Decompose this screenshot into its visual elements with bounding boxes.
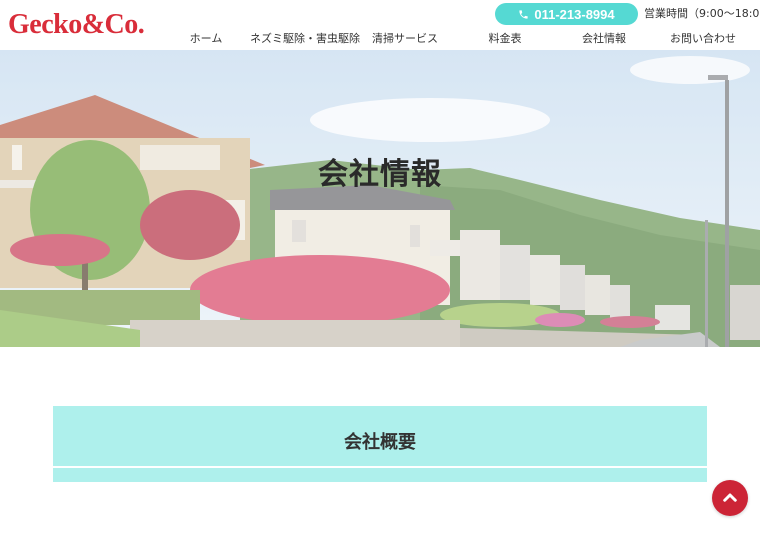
hero-overlay bbox=[0, 50, 760, 347]
nav-item-pest-control[interactable]: ネズミ駆除・害虫駆除 bbox=[250, 30, 360, 48]
hero-banner: 会社情報 bbox=[0, 50, 760, 347]
phone-icon bbox=[519, 9, 528, 19]
nav-item-pricing[interactable]: 料金表 bbox=[489, 30, 522, 48]
main-nav: ホーム ネズミ駆除・害虫駆除 清掃サービス 料金表 会社情報 お問い合わせ bbox=[0, 30, 760, 48]
back-to-top-button[interactable] bbox=[712, 480, 748, 516]
chevron-up-icon bbox=[723, 493, 737, 502]
business-hours: 営業時間（9:00〜18:00） bbox=[644, 7, 760, 20]
phone-number: 011-213-8994 bbox=[534, 6, 615, 22]
section-title: 会社概要 bbox=[344, 432, 416, 453]
page-title: 会社情報 bbox=[318, 157, 442, 192]
nav-item-contact[interactable]: お問い合わせ bbox=[670, 30, 736, 48]
nav-item-home[interactable]: ホーム bbox=[190, 30, 223, 48]
section-strip bbox=[53, 468, 707, 482]
site-header: Gecko&Co. 011-213-8994 営業時間（9:00〜18:00） … bbox=[0, 0, 760, 50]
phone-button[interactable]: 011-213-8994 bbox=[495, 3, 638, 25]
nav-item-company[interactable]: 会社情報 bbox=[582, 30, 626, 48]
nav-item-cleaning[interactable]: 清掃サービス bbox=[372, 30, 438, 48]
